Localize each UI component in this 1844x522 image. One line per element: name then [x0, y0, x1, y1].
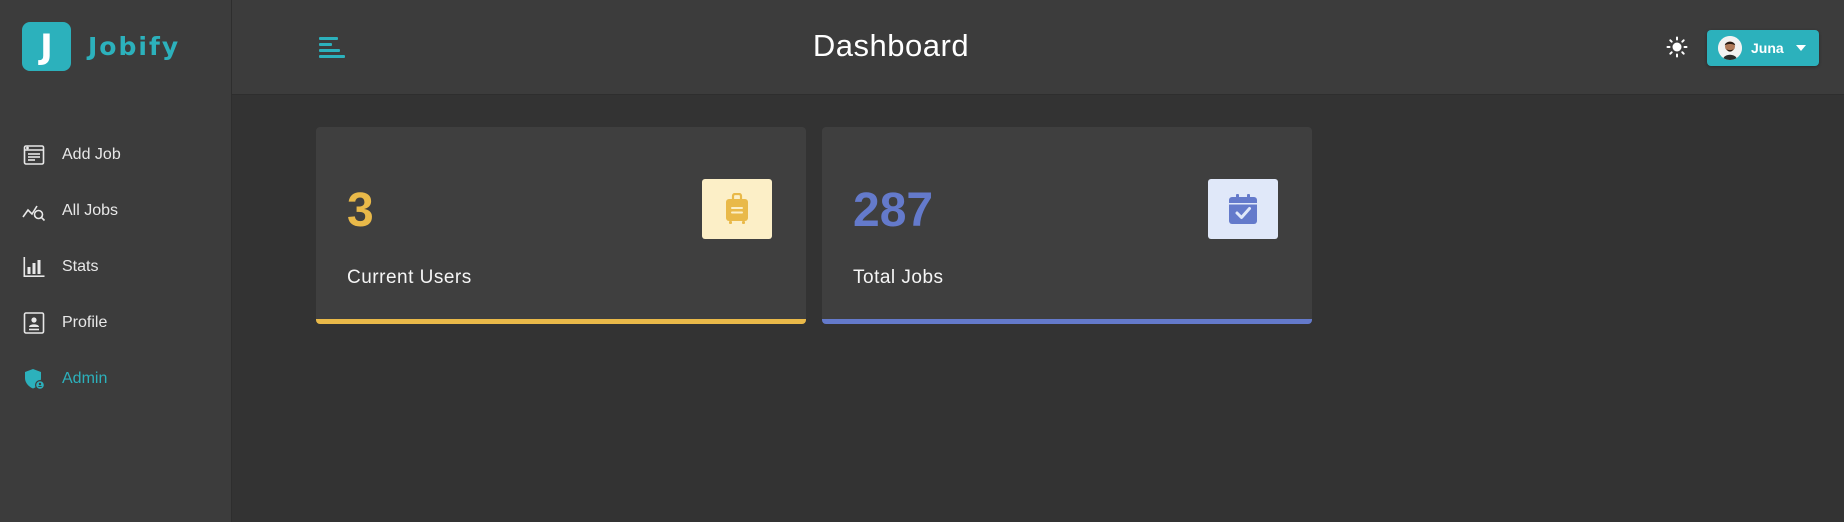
sidebar-item-profile[interactable]: Profile: [0, 295, 232, 351]
stat-count: 287: [853, 184, 934, 237]
top-bar: Dashboard Juna: [232, 0, 1844, 95]
theme-toggle-button[interactable]: [1666, 36, 1688, 58]
sidebar-item-label: Profile: [62, 314, 108, 331]
stat-accent-bar: [316, 319, 806, 324]
stat-card-current-users: 3 Current Users: [316, 127, 806, 324]
sidebar-nav: Add Job All Jobs Stats Profile Admin: [0, 127, 232, 407]
sun-icon: [1666, 36, 1688, 58]
stat-card-total-jobs: 287 Total Jobs: [822, 127, 1312, 324]
add-job-icon: [22, 143, 46, 167]
sidebar-item-stats[interactable]: Stats: [0, 239, 232, 295]
sidebar-item-label: Admin: [62, 370, 108, 387]
logo[interactable]: J Jobify: [22, 22, 180, 71]
sidebar-item-admin[interactable]: Admin: [0, 351, 232, 407]
sidebar-item-label: Stats: [62, 258, 99, 275]
user-name: Juna: [1751, 40, 1784, 56]
suitcase-icon: [726, 193, 748, 224]
stat-label: Current Users: [347, 267, 472, 288]
sidebar-item-label: All Jobs: [62, 202, 119, 219]
stat-accent-bar: [822, 319, 1312, 324]
profile-icon: [22, 311, 46, 335]
stat-icon-box: [1208, 179, 1278, 239]
page-title: Dashboard: [812, 28, 970, 63]
calendar-check-icon: [1229, 194, 1257, 224]
stat-icon-box: [702, 179, 772, 239]
sidebar-item-label: Add Job: [62, 146, 121, 163]
all-jobs-icon: [22, 199, 46, 223]
sidebar-item-add-job[interactable]: Add Job: [0, 127, 232, 183]
avatar: [1718, 36, 1742, 60]
sidebar: J Jobify Add Job All Jobs Stats Profile …: [0, 0, 232, 522]
user-menu-button[interactable]: Juna: [1707, 30, 1819, 66]
caret-down-icon: [1795, 45, 1806, 51]
sidebar-toggle-button[interactable]: [318, 33, 346, 61]
app-name: Jobify: [88, 32, 181, 61]
stat-label: Total Jobs: [853, 267, 944, 288]
admin-shield-icon: [22, 367, 46, 391]
menu-align-left-icon: [319, 37, 345, 58]
logo-badge: J: [22, 22, 71, 71]
sidebar-item-all-jobs[interactable]: All Jobs: [0, 183, 232, 239]
stats-icon: [22, 255, 46, 279]
stat-count: 3: [347, 184, 374, 237]
